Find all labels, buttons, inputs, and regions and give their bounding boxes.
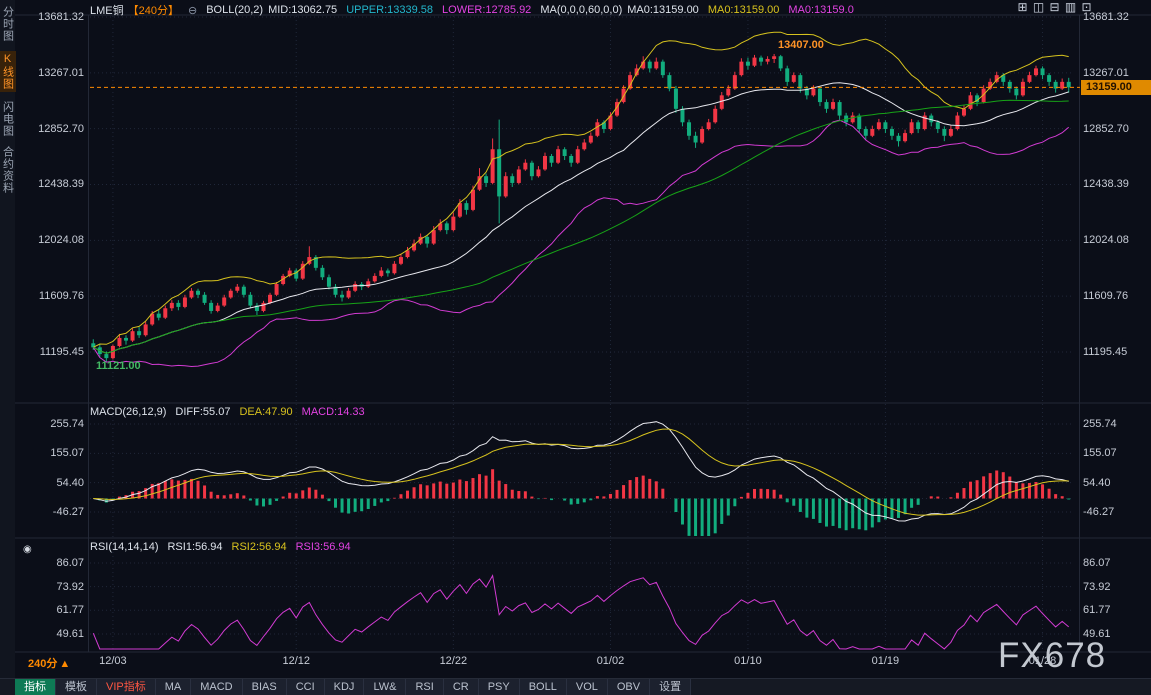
chart-header: LME铜 【240分】 ⊖ BOLL(20,2) MID:13062.75 UP… [90, 2, 854, 18]
toolbar-item-MA[interactable]: MA [155, 679, 192, 695]
boll-mid-value: MID:13062.75 [268, 4, 338, 16]
date-axis-label: 01/02 [596, 655, 625, 667]
date-axis-label: 12/22 [439, 655, 468, 667]
date-axis-label: 01/10 [734, 655, 762, 667]
macd-dea-value: DEA:47.90 [239, 406, 293, 418]
axis-label: 12438.39 [1083, 178, 1129, 191]
rsi-header: RSI(14,14,14) RSI1:56.94 RSI2:56.94 RSI3… [90, 541, 351, 553]
axis-label: -46.27 [1083, 505, 1115, 518]
toolbar-item-LW&[interactable]: LW& [364, 679, 407, 695]
toolbar-item-VIP指标[interactable]: VIP指标 [97, 679, 156, 695]
toolbar-item-RSI[interactable]: RSI [406, 679, 444, 695]
date-axis-label: 12/03 [99, 655, 127, 667]
link-icon[interactable]: ⊖ [188, 4, 197, 17]
date-axis-label: 01/19 [871, 655, 900, 667]
rsi2-value: RSI2:56.94 [231, 541, 287, 553]
left-sidebar: 分时图 K线图闪电图合约资料 [0, 0, 16, 678]
chart-canvas[interactable] [0, 0, 1151, 695]
macd-diff-value: DIFF:55.07 [175, 406, 231, 418]
axis-label: 86.07 [1083, 557, 1111, 569]
axis-label: 49.61 [1083, 627, 1111, 640]
timeframe-indicator[interactable]: 240分 ▲ [28, 655, 70, 671]
toolbar-item-PSY[interactable]: PSY [478, 679, 520, 695]
sidebar-item-K线图[interactable]: K线图 [0, 51, 16, 92]
axis-label: 12024.08 [1083, 234, 1129, 247]
toolbar-item-KDJ[interactable]: KDJ [324, 679, 365, 695]
toolbar-item-CR[interactable]: CR [443, 679, 479, 695]
axis-label: 61.77 [1083, 604, 1111, 617]
toolbar-item-模板[interactable]: 模板 [56, 679, 97, 695]
layout-grid-icon[interactable]: ⊞ [1016, 1, 1029, 14]
date-axis-label: 12/12 [282, 655, 310, 667]
toolbar-item-设置[interactable]: 设置 [650, 679, 692, 695]
period-label: 【240分】 [127, 5, 179, 17]
toolbar-item-OBV[interactable]: OBV [607, 679, 651, 695]
toolbar-item-CCI[interactable]: CCI [286, 679, 325, 695]
ma0-value-3: MA0:13159.0 [788, 4, 854, 16]
toolbar-item-指标[interactable]: 指标 [15, 679, 56, 695]
date-axis-label: 01/28 [1028, 655, 1057, 667]
boll-label: BOLL(20,2) [206, 4, 264, 16]
ma0-value-2: MA0:13159.00 [707, 4, 780, 16]
axis-label: 54.40 [1083, 476, 1111, 489]
up-triangle-icon: ▲ [59, 658, 71, 670]
macd-header: MACD(26,12,9) DIFF:55.07 DEA:47.90 MACD:… [90, 406, 365, 418]
window-layout-icons: ⊞ ◫ ⊟ ▥ ⊡ [1016, 1, 1093, 14]
ma0-value-1: MA0:13159.00 [627, 4, 699, 16]
sidebar-item-分时图[interactable]: 分时图 [0, 6, 16, 42]
sidebar-item-闪电图[interactable]: 闪电图 [0, 101, 16, 137]
toolbar-item-BOLL[interactable]: BOLL [519, 679, 567, 695]
axis-label: 12852.70 [1083, 122, 1129, 135]
trading-app-root: LME铜 【240分】 ⊖ BOLL(20,2) MID:13062.75 UP… [0, 0, 1151, 695]
timeframe-text: 240分 [28, 658, 58, 670]
axis-label: 11195.45 [1083, 346, 1128, 358]
sidebar-item-合约资料[interactable]: 合约资料 [0, 146, 16, 194]
last-price-badge: 13159.00 [1081, 80, 1151, 95]
layout-vertical-split-icon[interactable]: ◫ [1032, 1, 1045, 14]
axis-label: 11609.76 [1083, 290, 1129, 303]
bottom-toolbar: 指标 模板 VIP指标 MA MACD BIAS CCI KDJ LW& RSI CR PSY BOLL… [0, 678, 1151, 695]
layout-horizontal-split-icon[interactable]: ⊟ [1048, 1, 1061, 14]
symbol-name: LME铜 [90, 5, 124, 17]
toolbar-item-MACD[interactable]: MACD [191, 679, 243, 695]
ma-label: MA(0,0,0,60,0,0) [540, 4, 623, 16]
high-price-annotation: 13407.00 [778, 39, 824, 51]
toolbar-item-BIAS[interactable]: BIAS [242, 679, 287, 695]
rsi-title: RSI(14,14,14) [90, 541, 159, 553]
axis-label: 13267.01 [1083, 66, 1129, 79]
axis-label: 155.07 [1083, 447, 1117, 460]
macd-macd-value: MACD:14.33 [301, 406, 365, 418]
low-price-annotation: 11121.00 [96, 360, 141, 372]
layout-single-icon[interactable]: ⊡ [1080, 1, 1093, 14]
macd-title: MACD(26,12,9) [90, 406, 167, 418]
axis-label: 255.74 [1083, 418, 1117, 430]
boll-lower-value: LOWER:12785.92 [442, 4, 532, 16]
rsi1-value: RSI1:56.94 [167, 541, 223, 553]
boll-upper-value: UPPER:13339.58 [346, 4, 434, 16]
rsi3-value: RSI3:56.94 [295, 541, 351, 553]
toolbar-item-VOL[interactable]: VOL [566, 679, 608, 695]
rsi-panel-toggle-icon[interactable]: ◉ [23, 544, 32, 555]
axis-label: 73.92 [1083, 580, 1111, 593]
layout-multi-pane-icon[interactable]: ▥ [1064, 1, 1077, 14]
